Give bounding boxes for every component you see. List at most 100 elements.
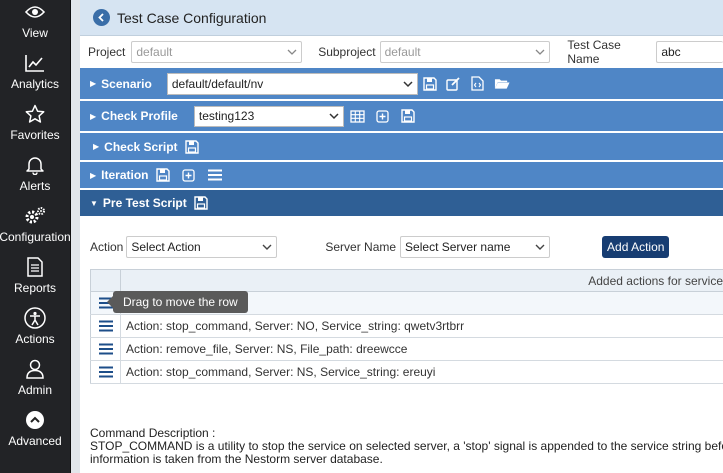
drag-handle-icon <box>98 366 113 378</box>
testcase-name-input[interactable]: abc <box>656 41 723 63</box>
nav-analytics[interactable]: Analytics <box>0 44 70 95</box>
chart-icon <box>24 52 46 74</box>
sidebar: View Analytics Favorites Alerts Configur… <box>0 0 71 473</box>
table-row[interactable]: Action: stop_command, Server: NO, Servic… <box>90 315 723 338</box>
server-name-label: Server Name <box>325 240 397 254</box>
person-circle-icon <box>24 307 46 329</box>
pre-test-script-title: Pre Test Script <box>102 196 187 210</box>
pre-test-script-body: Action Select Action Server Name Select … <box>80 218 723 260</box>
drag-handle-icon <box>98 343 113 355</box>
scenario-select[interactable]: default/default/nv <box>166 72 418 95</box>
save-icon[interactable] <box>400 108 416 124</box>
save-icon[interactable] <box>193 195 209 211</box>
action-select[interactable]: Select Action <box>126 236 278 258</box>
edit-icon[interactable] <box>446 76 462 92</box>
check-profile-value: testing123 <box>198 109 255 123</box>
nav-label: Configuration <box>0 230 71 244</box>
check-profile-title: Check Profile <box>101 109 178 123</box>
save-icon[interactable] <box>184 139 200 155</box>
nav-actions[interactable]: Actions <box>0 299 70 350</box>
drag-handle[interactable] <box>90 315 121 337</box>
check-script-section[interactable]: ▶ Check Script <box>80 133 723 162</box>
drag-tooltip: Drag to move the row <box>107 291 248 313</box>
gears-icon <box>24 205 46 227</box>
page-title: Test Case Configuration <box>117 9 267 26</box>
caret-right-icon: ▶ <box>93 142 100 151</box>
iteration-section[interactable]: ▶ Iteration <box>80 162 723 190</box>
caret-down-icon: ▼ <box>90 198 98 208</box>
project-selector-row: Project default Subproject default Test … <box>80 36 723 68</box>
table-icon[interactable] <box>350 108 366 124</box>
sidebar-gutter <box>71 0 80 473</box>
subproject-label: Subproject <box>318 45 376 59</box>
action-label: Action <box>90 240 124 254</box>
save-icon[interactable] <box>155 167 171 183</box>
nav-advanced[interactable]: Advanced <box>0 401 70 452</box>
chevron-down-icon <box>262 244 272 250</box>
server-name-select[interactable]: Select Server name <box>400 236 551 258</box>
check-profile-select[interactable]: testing123 <box>193 105 344 127</box>
folder-open-icon[interactable] <box>494 76 510 92</box>
check-script-title: Check Script <box>104 139 178 154</box>
pre-test-script-section[interactable]: ▼ Pre Test Script <box>80 190 723 218</box>
nav-alerts[interactable]: Alerts <box>0 146 70 197</box>
eye-icon <box>24 1 46 23</box>
drag-handle[interactable] <box>90 361 121 383</box>
list-icon[interactable] <box>207 167 223 183</box>
drag-handle[interactable] <box>90 338 121 360</box>
table-header-handle-col <box>90 270 121 291</box>
caret-right-icon: ▶ <box>90 79 97 88</box>
add-action-button[interactable]: Add Action <box>602 236 670 258</box>
table-row-text: Action: remove_file, Server: NS, File_pa… <box>126 342 408 356</box>
nav-reports[interactable]: Reports <box>0 248 70 299</box>
chevron-down-icon <box>535 244 545 250</box>
save-icon[interactable] <box>422 76 438 92</box>
table-row[interactable]: Action: remove_file, Server: NS, File_pa… <box>90 338 723 361</box>
chevron-down-icon <box>535 49 545 55</box>
table-row[interactable]: Action: stop_command, Server: NS, Servic… <box>90 361 723 384</box>
chevron-down-icon <box>403 80 413 87</box>
nav-favorites[interactable]: Favorites <box>0 95 70 146</box>
chevron-down-icon <box>287 49 297 55</box>
bell-icon <box>24 154 46 176</box>
actions-table: Added actions for service Action: stop_c… <box>90 269 723 384</box>
document-icon <box>24 256 46 278</box>
nav-admin[interactable]: Admin <box>0 350 70 401</box>
project-value: default <box>136 45 173 59</box>
caret-right-icon: ▶ <box>90 170 97 180</box>
back-button[interactable] <box>93 9 110 26</box>
title-bar: Test Case Configuration <box>80 0 723 36</box>
table-header-title: Added actions for service <box>588 273 723 288</box>
chevron-up-circle-icon <box>24 409 46 431</box>
nav-view[interactable]: View <box>0 0 70 44</box>
project-label: Project <box>88 45 126 59</box>
star-icon <box>24 103 46 125</box>
main-panel: Test Case Configuration Project default … <box>80 0 723 473</box>
action-value: Select Action <box>131 240 201 254</box>
testcase-value: abc <box>661 45 681 59</box>
iteration-title: Iteration <box>101 168 149 182</box>
testcase-label: Test Case Name <box>567 38 621 66</box>
subproject-select[interactable]: default <box>379 41 551 63</box>
chevron-down-icon <box>329 113 339 120</box>
add-square-icon[interactable] <box>181 167 197 183</box>
check-profile-section[interactable]: ▶ Check Profile testing123 <box>80 101 723 133</box>
scenario-value: default/default/nv <box>171 76 264 91</box>
add-square-icon[interactable] <box>375 108 391 124</box>
table-row-text: Action: stop_command, Server: NO, Servic… <box>126 319 465 333</box>
nav-label: Favorites <box>10 128 60 142</box>
add-action-row: Action Select Action Server Name Select … <box>80 234 723 260</box>
nav-label: View <box>22 26 48 40</box>
drag-handle-icon <box>98 320 113 332</box>
table-header: Added actions for service <box>90 270 723 292</box>
nav-label: Admin <box>17 383 52 397</box>
server-name-value: Select Server name <box>405 240 511 254</box>
nav-label: Actions <box>15 332 55 346</box>
nav-label: Advanced <box>8 434 62 448</box>
table-row-text: Action: stop_command, Server: NS, Servic… <box>126 365 436 379</box>
scenario-section[interactable]: ▶ Scenario default/default/nv <box>80 68 723 101</box>
nav-configuration[interactable]: Configuration <box>0 197 71 248</box>
project-select[interactable]: default <box>131 41 303 63</box>
code-file-icon[interactable] <box>470 76 486 92</box>
nav-label: Reports <box>13 281 57 295</box>
